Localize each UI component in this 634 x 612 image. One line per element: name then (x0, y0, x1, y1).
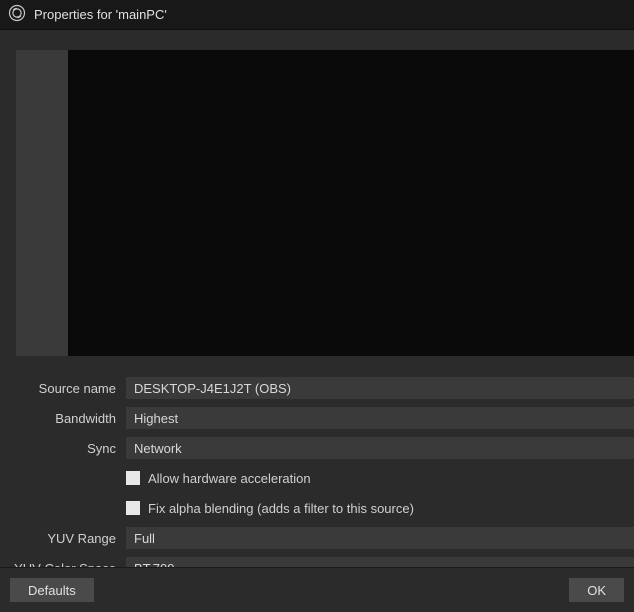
preview-side-strip (16, 50, 68, 356)
alpha-blend-row: Fix alpha blending (adds a filter to thi… (0, 496, 634, 520)
source-name-input[interactable] (126, 377, 634, 399)
hw-accel-label: Allow hardware acceleration (148, 471, 311, 486)
yuv-color-row: YUV Color Space BT.709 (0, 556, 634, 567)
bandwidth-value: Highest (134, 411, 178, 426)
yuv-range-row: YUV Range Full (0, 526, 634, 550)
yuv-range-value: Full (134, 531, 155, 546)
source-name-row: Source name (0, 376, 634, 400)
yuv-range-select[interactable]: Full (126, 527, 634, 549)
defaults-button[interactable]: Defaults (10, 578, 94, 602)
alpha-blend-label: Fix alpha blending (adds a filter to thi… (148, 501, 414, 516)
properties-form: Source name Bandwidth Highest Sync Netwo… (0, 376, 634, 567)
yuv-range-label: YUV Range (0, 531, 126, 546)
source-name-label: Source name (0, 381, 126, 396)
sync-value: Network (134, 441, 182, 456)
bandwidth-select[interactable]: Highest (126, 407, 634, 429)
dialog-footer: Defaults OK (0, 567, 634, 612)
alpha-blend-checkbox[interactable] (126, 501, 140, 515)
window-title: Properties for 'mainPC' (34, 7, 167, 22)
titlebar: Properties for 'mainPC' (0, 0, 634, 30)
preview-area (0, 50, 634, 376)
hw-accel-checkbox[interactable] (126, 471, 140, 485)
yuv-color-select[interactable]: BT.709 (126, 557, 634, 567)
sync-label: Sync (0, 441, 126, 456)
sync-row: Sync Network (0, 436, 634, 460)
content-area: Source name Bandwidth Highest Sync Netwo… (0, 30, 634, 567)
obs-icon (8, 4, 26, 25)
bandwidth-label: Bandwidth (0, 411, 126, 426)
preview-canvas (68, 50, 634, 356)
bandwidth-row: Bandwidth Highest (0, 406, 634, 430)
ok-button[interactable]: OK (569, 578, 624, 602)
sync-select[interactable]: Network (126, 437, 634, 459)
hw-accel-row: Allow hardware acceleration (0, 466, 634, 490)
